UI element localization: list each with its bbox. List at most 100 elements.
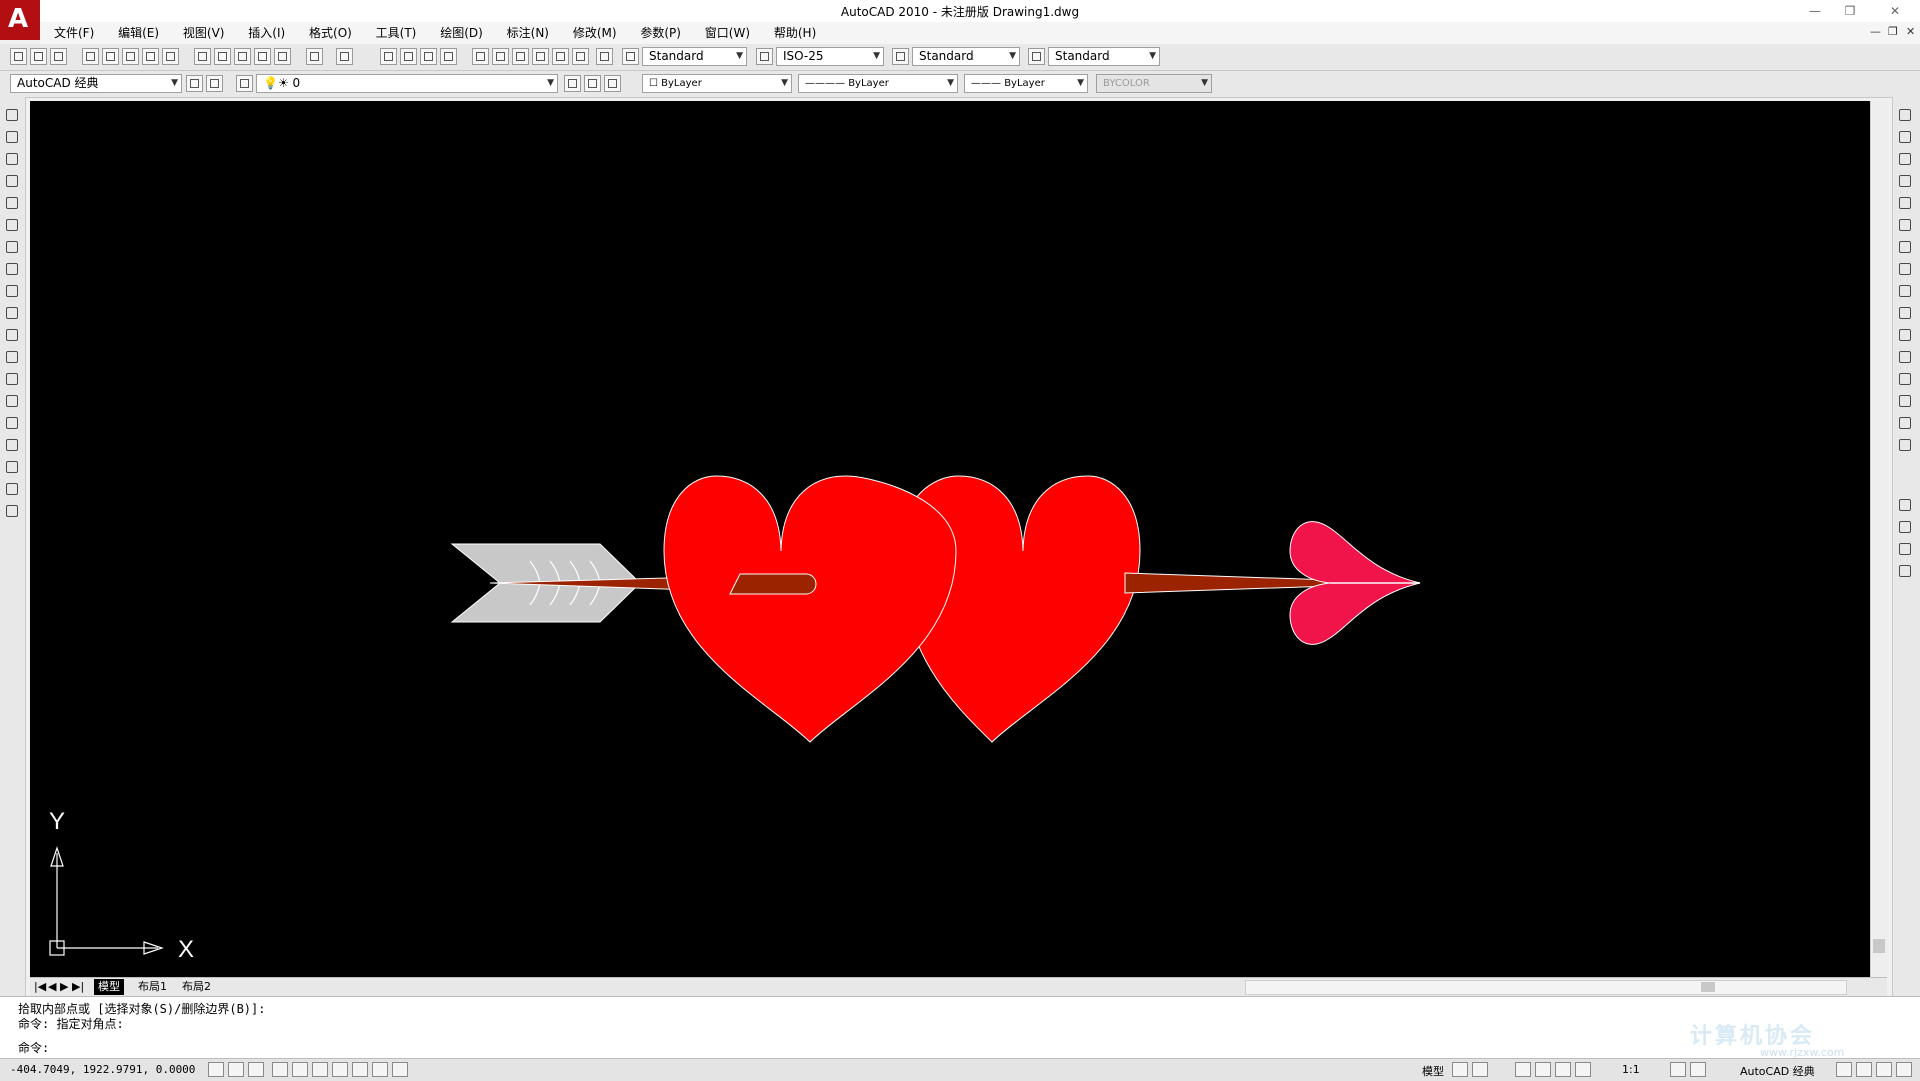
polyline-icon[interactable]	[4, 151, 21, 168]
undo-icon[interactable]	[306, 48, 323, 65]
rectangle-icon[interactable]	[4, 195, 21, 212]
save-workspace-icon[interactable]	[206, 75, 223, 92]
revision-cloud-icon[interactable]	[4, 261, 21, 278]
spline-icon[interactable]	[4, 283, 21, 300]
draw-order-front-icon[interactable]	[1897, 497, 1914, 514]
text-style-icon[interactable]	[622, 48, 639, 65]
restore-button[interactable]: ❐	[1835, 0, 1865, 22]
vertical-scrollbar[interactable]	[1870, 101, 1888, 977]
point-icon[interactable]	[4, 393, 21, 410]
menu-window[interactable]: 窗口(W)	[705, 22, 750, 44]
zoom-status-icon[interactable]	[1535, 1062, 1551, 1077]
pan-status-icon[interactable]	[1515, 1062, 1531, 1077]
snap-mode-icon[interactable]	[208, 1062, 224, 1077]
circle-icon[interactable]	[4, 239, 21, 256]
tool-palettes-icon[interactable]	[512, 48, 529, 65]
workspace-switch[interactable]: AutoCAD 经典	[1740, 1063, 1815, 1079]
help-icon[interactable]	[596, 48, 613, 65]
menu-dimension[interactable]: 标注(N)	[507, 22, 549, 44]
doc-close-button[interactable]: ✕	[1906, 25, 1915, 38]
menu-file[interactable]: 文件(F)	[54, 22, 94, 44]
quickcalc-icon[interactable]	[572, 48, 589, 65]
tab-layout2[interactable]: 布局2	[178, 979, 215, 995]
layer-previous-icon[interactable]	[584, 75, 601, 92]
hatch-icon[interactable]	[4, 415, 21, 432]
dynamic-input-icon[interactable]	[352, 1062, 368, 1077]
pan-icon[interactable]	[380, 48, 397, 65]
make-current-layer-icon[interactable]	[564, 75, 581, 92]
zoom-window-icon[interactable]	[420, 48, 437, 65]
lineweight-toggle-icon[interactable]	[372, 1062, 388, 1077]
menu-modify[interactable]: 修改(M)	[573, 22, 617, 44]
plot-preview-icon[interactable]	[102, 48, 119, 65]
layer-state-icon[interactable]	[604, 75, 621, 92]
dim-style-select[interactable]: ISO-25 ▼	[776, 47, 884, 66]
quick-view-layouts-icon[interactable]	[1472, 1062, 1488, 1077]
fillet-icon[interactable]	[1897, 415, 1914, 432]
gradient-icon[interactable]	[4, 437, 21, 454]
sheet-set-icon[interactable]	[532, 48, 549, 65]
ellipse-arc-icon[interactable]	[4, 327, 21, 344]
menu-parametric[interactable]: 参数(P)	[640, 22, 681, 44]
3d-dwf-icon[interactable]	[142, 48, 159, 65]
make-block-icon[interactable]	[4, 371, 21, 388]
insert-block-icon[interactable]	[4, 349, 21, 366]
match-properties-icon[interactable]	[254, 48, 271, 65]
new-icon[interactable]	[10, 48, 27, 65]
mirror-icon[interactable]	[1897, 151, 1914, 168]
coordinate-readout[interactable]: -404.7049, 1922.9791, 0.0000	[10, 1063, 195, 1076]
tab-layout1[interactable]: 布局1	[134, 979, 171, 995]
clean-screen-icon[interactable]	[1896, 1062, 1912, 1077]
text-style-select[interactable]: Standard ▼	[642, 47, 747, 66]
design-center-palette-icon[interactable]	[492, 48, 509, 65]
menu-help[interactable]: 帮助(H)	[774, 22, 816, 44]
quick-properties-icon[interactable]	[392, 1062, 408, 1077]
multiline-text-icon[interactable]	[4, 503, 21, 520]
color-select[interactable]: ☐ ByLayer ▼	[642, 74, 792, 93]
scrollbar-thumb[interactable]	[1873, 939, 1885, 953]
menu-insert[interactable]: 插入(I)	[248, 22, 285, 44]
array-icon[interactable]	[1897, 195, 1914, 212]
line-icon[interactable]	[4, 107, 21, 124]
break-icon[interactable]	[1897, 349, 1914, 366]
annotation-scale[interactable]: 1:1	[1622, 1063, 1640, 1076]
zoom-realtime-icon[interactable]	[400, 48, 417, 65]
chamfer-icon[interactable]	[1897, 393, 1914, 410]
object-snap-tracking-icon[interactable]	[312, 1062, 328, 1077]
design-center-icon[interactable]	[162, 48, 179, 65]
auto-scale-icon[interactable]	[1690, 1062, 1706, 1077]
dim-style-icon[interactable]	[756, 48, 773, 65]
mleader-style-icon[interactable]	[1028, 48, 1045, 65]
region-icon[interactable]	[4, 459, 21, 476]
steeringwheel-icon[interactable]	[1555, 1062, 1571, 1077]
properties-icon[interactable]	[472, 48, 489, 65]
explode-icon[interactable]	[1897, 437, 1914, 454]
workspace-settings-icon[interactable]	[186, 75, 203, 92]
markup-icon[interactable]	[552, 48, 569, 65]
command-prompt[interactable]: 命令:	[18, 1039, 49, 1056]
draw-order-back-icon[interactable]	[1897, 519, 1914, 536]
status-tray-settings-icon[interactable]	[1876, 1062, 1892, 1077]
model-space-label[interactable]: 模型	[1422, 1063, 1444, 1079]
move-icon[interactable]	[1897, 217, 1914, 234]
draw-order-below-icon[interactable]	[1897, 563, 1914, 580]
ortho-mode-icon[interactable]	[248, 1062, 264, 1077]
minimize-button[interactable]: —	[1800, 0, 1830, 22]
menu-draw[interactable]: 绘图(D)	[440, 22, 483, 44]
copy-icon[interactable]	[214, 48, 231, 65]
object-snap-icon[interactable]	[292, 1062, 308, 1077]
copy-object-icon[interactable]	[1897, 129, 1914, 146]
menu-view[interactable]: 视图(V)	[183, 22, 225, 44]
redo-icon[interactable]	[336, 48, 353, 65]
polar-tracking-icon[interactable]	[272, 1062, 288, 1077]
plot-icon[interactable]	[82, 48, 99, 65]
annotation-visibility-icon[interactable]	[1670, 1062, 1686, 1077]
stretch-icon[interactable]	[1897, 283, 1914, 300]
rotate-icon[interactable]	[1897, 239, 1914, 256]
construction-line-icon[interactable]	[4, 129, 21, 146]
isolate-objects-icon[interactable]	[1856, 1062, 1872, 1077]
doc-restore-button[interactable]: ❐	[1888, 25, 1898, 38]
mleader-style-select[interactable]: Standard ▼	[1048, 47, 1160, 66]
ellipse-icon[interactable]	[4, 305, 21, 322]
grid-display-icon[interactable]	[228, 1062, 244, 1077]
